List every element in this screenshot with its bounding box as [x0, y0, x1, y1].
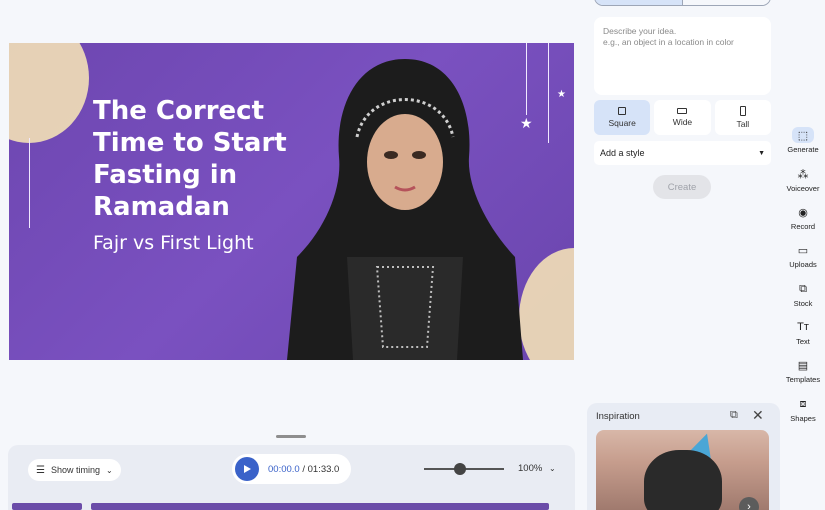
- show-timing-dropdown[interactable]: ☰ Show timing ⌄: [28, 459, 121, 481]
- rail-item-record[interactable]: ◉ Record: [781, 204, 825, 232]
- presenter-image: [287, 59, 523, 360]
- star-icon: ★: [557, 89, 566, 100]
- prompt-placeholder-line2: e.g., an object in a location in color: [603, 37, 734, 47]
- play-button[interactable]: [235, 457, 259, 481]
- play-icon: [244, 465, 251, 473]
- create-button[interactable]: Create: [653, 175, 711, 199]
- chevron-right-icon[interactable]: ›: [739, 497, 759, 510]
- ratio-tall-button[interactable]: Tall: [714, 100, 771, 135]
- ratio-label: Square: [608, 118, 636, 128]
- total-time: / 01:33.0: [302, 463, 340, 475]
- ratio-wide-button[interactable]: Wide: [654, 100, 711, 135]
- chevron-down-icon: ⌄: [106, 465, 113, 475]
- slide-subtitle: Fajr vs First Light: [93, 232, 254, 254]
- video-slide[interactable]: ★ ★ The Correct Time to Start Fasting in…: [9, 43, 574, 360]
- prompt-placeholder-line1: Describe your idea.: [603, 26, 677, 36]
- lantern-string-right-2: [526, 43, 527, 115]
- inspiration-image[interactable]: ›: [596, 430, 769, 510]
- show-timing-label: Show timing: [50, 465, 100, 475]
- ornament-bottom-right: [519, 248, 574, 360]
- mode-toggle-right[interactable]: [683, 0, 770, 5]
- current-time: 00:00.0: [268, 463, 300, 475]
- record-icon: ◉: [798, 206, 808, 219]
- mode-toggle-left[interactable]: [595, 0, 683, 5]
- copy-icon[interactable]: ⧉: [730, 409, 738, 422]
- timeline-thumbnails[interactable]: [12, 503, 572, 510]
- timing-icon: ☰: [36, 464, 45, 476]
- ratio-square-button[interactable]: Square: [594, 100, 651, 135]
- rail-item-uploads[interactable]: ▭ Uploads: [781, 242, 825, 270]
- wide-rect-icon: [677, 108, 688, 114]
- rail-item-generate[interactable]: ⬚ Generate: [781, 127, 825, 154]
- templates-icon: ▤: [797, 359, 809, 372]
- zoom-level: 100%: [518, 463, 543, 474]
- rail-label: Text: [796, 337, 810, 346]
- lantern-string-left: [29, 138, 30, 228]
- caret-down-icon: ▼: [758, 149, 765, 157]
- shapes-icon: ⧈: [799, 397, 807, 410]
- tool-rail: ⬚ Generate ⁂ Voiceover ◉ Record ▭ Upload…: [781, 0, 825, 510]
- rail-item-voiceover[interactable]: ⁂ Voiceover: [781, 166, 825, 194]
- ornament-top-left: [9, 43, 89, 143]
- tall-rect-icon: [739, 106, 746, 116]
- slide-title: The Correct Time to Start Fasting in Ram…: [93, 96, 287, 222]
- dog-figure: [644, 450, 722, 510]
- generate-icon: ⬚: [792, 127, 814, 143]
- inspiration-card: Inspiration ⧉ ✕ ›: [587, 403, 780, 510]
- rail-label: Voiceover: [786, 184, 820, 193]
- rail-label: Stock: [793, 299, 813, 308]
- canvas-area: ★ ★ The Correct Time to Start Fasting in…: [0, 0, 583, 510]
- stock-icon: ⧉: [799, 282, 807, 295]
- zoom-slider-handle[interactable]: [454, 463, 466, 475]
- close-icon[interactable]: ✕: [752, 407, 764, 424]
- rail-label: Shapes: [790, 414, 816, 423]
- rail-label: Templates: [785, 375, 821, 384]
- rail-label: Generate: [787, 145, 819, 154]
- rail-label: Record: [790, 222, 816, 231]
- playback-controls: 00:00.0 / 01:33.0: [232, 454, 352, 484]
- rail-item-shapes[interactable]: ⧈ Shapes: [781, 396, 825, 424]
- text-icon: Tт: [797, 321, 809, 333]
- aspect-ratio-options: Square Wide Tall: [594, 100, 771, 135]
- rail-item-text[interactable]: Tт Text: [781, 319, 825, 346]
- style-select-label: Add a style: [600, 148, 645, 158]
- rail-label: Uploads: [789, 260, 817, 269]
- clip-thumbnail[interactable]: [12, 503, 82, 510]
- square-icon: [618, 107, 627, 115]
- inspiration-title: Inspiration: [596, 411, 640, 422]
- generate-panel: Describe your idea. e.g., an object in a…: [583, 0, 781, 510]
- voiceover-icon: ⁂: [797, 168, 809, 181]
- mode-toggle[interactable]: [594, 0, 771, 6]
- resize-handle[interactable]: [276, 435, 306, 438]
- prompt-input[interactable]: Describe your idea. e.g., an object in a…: [594, 17, 771, 95]
- chevron-down-icon: ⌄: [548, 464, 556, 473]
- ratio-label: Wide: [672, 117, 693, 127]
- style-select[interactable]: Add a style ▼: [594, 141, 771, 165]
- rail-item-stock[interactable]: ⧉ Stock: [781, 281, 825, 309]
- timeline-panel: ☰ Show timing ⌄ 00:00.0 / 01:33.0 100% ⌄: [8, 445, 575, 510]
- ratio-label: Tall: [736, 119, 750, 129]
- clip-thumbnail[interactable]: [91, 503, 549, 510]
- zoom-dropdown[interactable]: 100% ⌄: [518, 463, 556, 474]
- lantern-string-right: [548, 43, 549, 143]
- rail-item-templates[interactable]: ▤ Templates: [781, 357, 825, 385]
- folder-icon: ▭: [797, 244, 809, 257]
